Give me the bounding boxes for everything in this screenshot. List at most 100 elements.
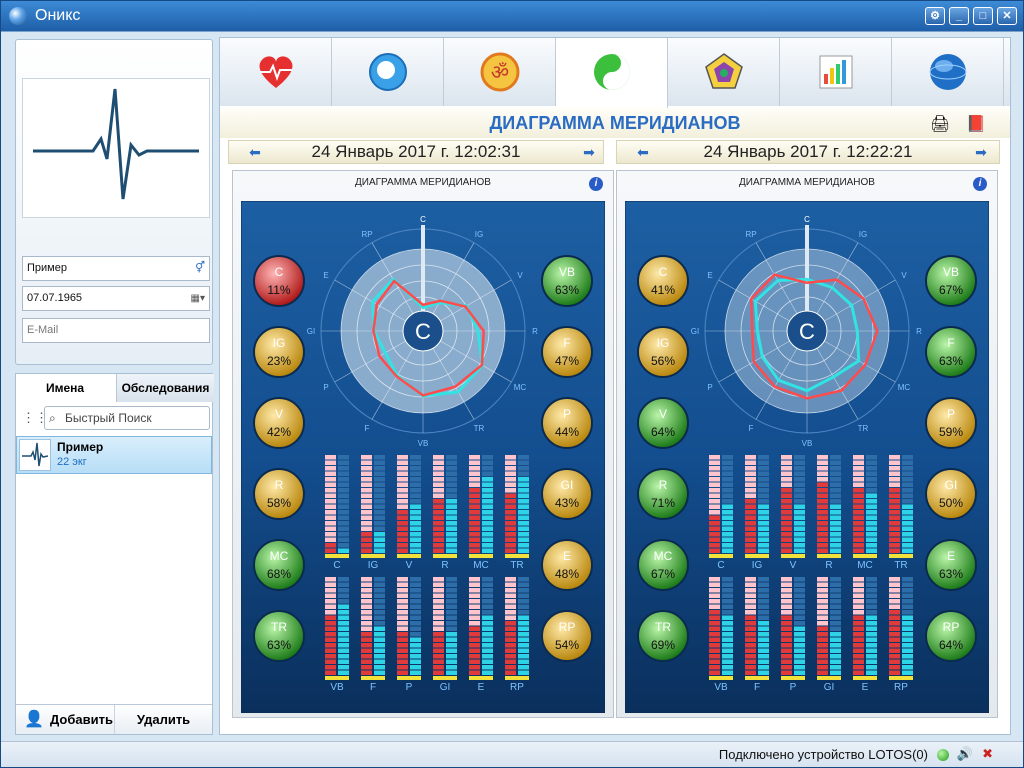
bar-segment-red bbox=[745, 632, 756, 637]
bar-segment-cyan bbox=[758, 521, 769, 526]
name-field[interactable]: Пример ⚥ bbox=[22, 256, 210, 281]
speaker-icon[interactable]: 🔊 bbox=[957, 746, 973, 762]
bar-segment-cyan bbox=[482, 621, 493, 626]
tab-bar-chart[interactable] bbox=[780, 38, 892, 106]
meridian-badge-vb[interactable]: VB 67% bbox=[925, 255, 977, 307]
tab-head[interactable] bbox=[332, 38, 444, 106]
email-field[interactable]: E-Mail bbox=[22, 318, 210, 343]
bar-segment-cyan bbox=[338, 582, 349, 587]
bar-segment-red bbox=[709, 504, 720, 509]
meridian-badge-tr[interactable]: TR 69% bbox=[637, 610, 689, 662]
bar-segment-red bbox=[781, 466, 792, 471]
bar-segment-red bbox=[433, 482, 444, 487]
meridian-badge-r[interactable]: R 71% bbox=[637, 468, 689, 520]
bar-segment-cyan bbox=[410, 659, 421, 664]
bar-segment-cyan bbox=[794, 599, 805, 604]
bar-segment-cyan bbox=[482, 654, 493, 659]
birthdate-field[interactable]: 07.07.1965 ▦▾ bbox=[22, 286, 210, 311]
meridian-badge-p[interactable]: P 44% bbox=[541, 397, 593, 449]
bar-segment-cyan bbox=[482, 532, 493, 537]
bar-segment-red bbox=[361, 548, 372, 553]
meridian-badge-f[interactable]: F 63% bbox=[925, 326, 977, 378]
meridian-badge-r[interactable]: R 58% bbox=[253, 468, 305, 520]
meridian-badge-v[interactable]: V 64% bbox=[637, 397, 689, 449]
bar-segment-red bbox=[709, 593, 720, 598]
calendar-dropdown-icon[interactable]: ▦▾ bbox=[191, 287, 205, 310]
info-icon[interactable]: i bbox=[589, 177, 603, 191]
meridian-badge-gi[interactable]: GI 43% bbox=[541, 468, 593, 520]
bar-segment-red bbox=[853, 670, 864, 675]
badge-key: VB bbox=[943, 265, 959, 279]
meridian-badge-c[interactable]: C 11% bbox=[253, 255, 305, 307]
bar-segment-red bbox=[745, 477, 756, 482]
tab-yin-yang[interactable] bbox=[556, 38, 668, 108]
right-next-arrow-icon[interactable]: ➡ bbox=[973, 145, 989, 159]
tab-pentagon[interactable] bbox=[668, 38, 780, 106]
meridian-badge-f[interactable]: F 47% bbox=[541, 326, 593, 378]
bar-segment-cyan bbox=[794, 499, 805, 504]
meridian-badge-tr[interactable]: TR 63% bbox=[253, 610, 305, 662]
add-button[interactable]: 👤 Добавить bbox=[16, 705, 114, 734]
meridian-badge-c[interactable]: C 41% bbox=[637, 255, 689, 307]
minimize-button[interactable]: _ bbox=[949, 7, 969, 25]
left-prev-arrow-icon[interactable]: ⬅ bbox=[247, 145, 263, 159]
bar-segment-cyan bbox=[758, 643, 769, 648]
meridian-badge-mc[interactable]: MC 67% bbox=[637, 539, 689, 591]
meridian-badge-vb[interactable]: VB 63% bbox=[541, 255, 593, 307]
meridian-badge-ig[interactable]: IG 23% bbox=[253, 326, 305, 378]
bar-segment-red bbox=[505, 493, 516, 498]
bar-segment-cyan bbox=[902, 626, 913, 631]
print-icon[interactable]: 🖨 bbox=[930, 114, 950, 134]
meridian-badge-p[interactable]: P 59% bbox=[925, 397, 977, 449]
right-prev-arrow-icon[interactable]: ⬅ bbox=[635, 145, 651, 159]
meridian-badge-e[interactable]: E 48% bbox=[541, 539, 593, 591]
book-icon[interactable]: 📕 bbox=[966, 114, 986, 134]
bar-segment-red bbox=[505, 537, 516, 542]
bar-segment-cyan bbox=[902, 515, 913, 520]
tab-names[interactable]: Имена bbox=[16, 374, 114, 402]
tab-heart[interactable] bbox=[220, 38, 332, 106]
left-next-arrow-icon[interactable]: ➡ bbox=[581, 145, 597, 159]
bar-segment-red bbox=[469, 543, 480, 548]
bar-segment-red bbox=[469, 493, 480, 498]
info-icon[interactable]: i bbox=[973, 177, 987, 191]
close-button[interactable]: ✕ bbox=[997, 7, 1017, 25]
bar-segment-red bbox=[469, 599, 480, 604]
meridian-badge-rp[interactable]: RP 54% bbox=[541, 610, 593, 662]
bar-segment-cyan bbox=[410, 582, 421, 587]
bar-segment-cyan bbox=[482, 488, 493, 493]
meridian-badge-mc[interactable]: MC 68% bbox=[253, 539, 305, 591]
bar-segment-red bbox=[505, 548, 516, 553]
bar-segment-cyan bbox=[518, 648, 529, 653]
meridian-badge-v[interactable]: V 42% bbox=[253, 397, 305, 449]
meridian-badge-e[interactable]: E 63% bbox=[925, 539, 977, 591]
bar-segment-red bbox=[817, 499, 828, 504]
grid-menu-icon[interactable]: ⋮⋮ bbox=[22, 410, 48, 426]
bar-segment-cyan bbox=[410, 499, 421, 504]
bar-segment-red bbox=[469, 521, 480, 526]
bar-top-label: C bbox=[717, 560, 724, 571]
bar-segment-red bbox=[853, 482, 864, 487]
gender-icon[interactable]: ⚥ bbox=[195, 257, 205, 280]
bar-segment-red bbox=[469, 499, 480, 504]
meridian-badge-rp[interactable]: RP 64% bbox=[925, 610, 977, 662]
tab-globe[interactable] bbox=[892, 38, 1004, 106]
maximize-button[interactable]: □ bbox=[973, 7, 993, 25]
bar-segment-red bbox=[433, 665, 444, 670]
bar-segment-red bbox=[433, 543, 444, 548]
tab-om[interactable]: ॐ bbox=[444, 38, 556, 106]
bar-segment-red bbox=[505, 632, 516, 637]
bar-segment-cyan bbox=[830, 670, 841, 675]
search-input[interactable]: ⌕ Быстрый Поиск bbox=[44, 406, 210, 430]
tab-examinations[interactable]: Обследования bbox=[116, 374, 214, 402]
meridian-badge-gi[interactable]: GI 50% bbox=[925, 468, 977, 520]
bar-segment-cyan bbox=[482, 637, 493, 642]
settings-button[interactable]: ⚙ bbox=[925, 7, 945, 25]
disconnect-icon[interactable]: ✖ bbox=[982, 746, 993, 762]
bar-base bbox=[433, 676, 457, 680]
delete-button[interactable]: Удалить bbox=[114, 705, 212, 734]
meridian-badge-ig[interactable]: IG 56% bbox=[637, 326, 689, 378]
bar-segment-red bbox=[433, 548, 444, 553]
bar-segment-red bbox=[889, 510, 900, 515]
list-item[interactable]: Пример 22 экг bbox=[16, 436, 212, 474]
